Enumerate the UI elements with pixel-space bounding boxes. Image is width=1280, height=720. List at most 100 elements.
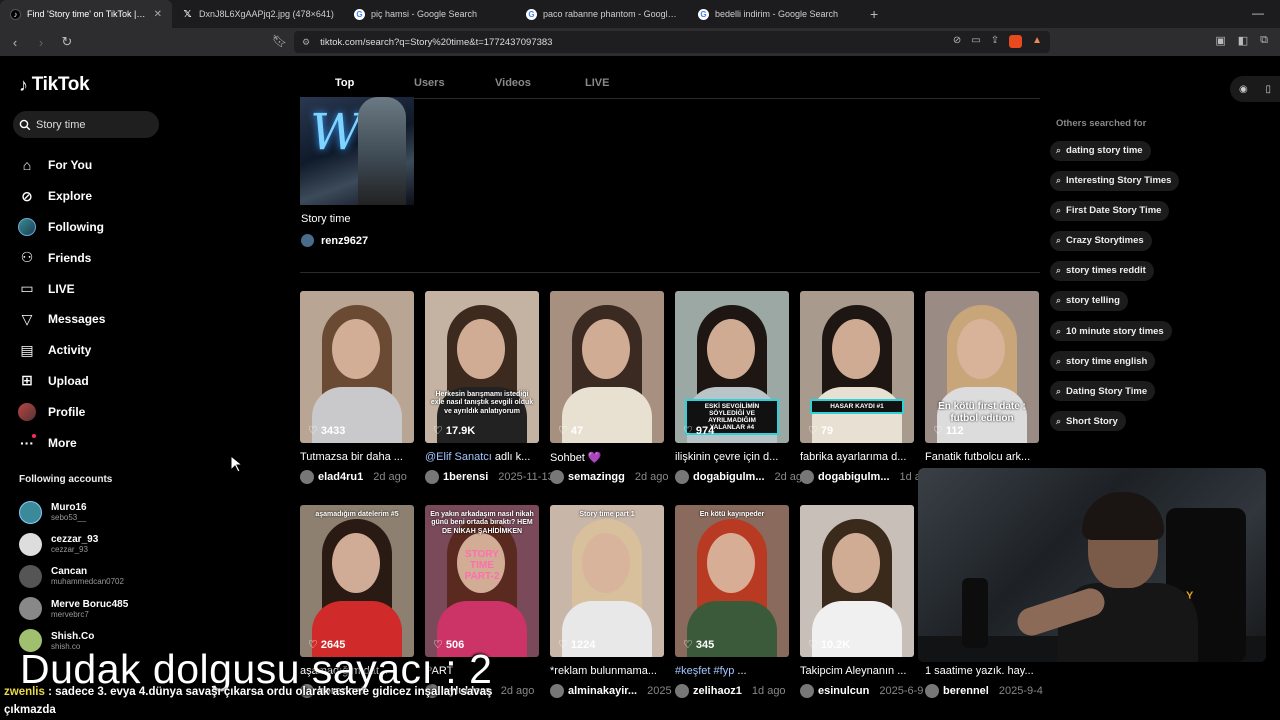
sidebar-item-activity[interactable]: ▤ Activity: [18, 335, 105, 366]
reload-icon[interactable]: ↻: [56, 34, 78, 50]
account-username-row[interactable]: renz9627: [301, 234, 368, 247]
video-thumbnail[interactable]: aşamadığım datelerim #5 ♡ 2645: [300, 505, 414, 657]
tab-google-2[interactable]: G paco rabanne phantom - Google Search: [516, 0, 688, 28]
video-card[interactable]: ♡ 47 Sohbet 💜 semazingg 2d ago: [550, 291, 669, 484]
extensions-icon[interactable]: ⧉: [1260, 34, 1268, 47]
video-description[interactable]: #keşfet #fyp ...: [675, 665, 789, 679]
wallet-icon[interactable]: ▣: [1215, 34, 1225, 47]
video-description[interactable]: Tutmazsa bir daha ...: [300, 451, 414, 465]
video-card[interactable]: ESKİ SEVGİLİMİN SÖYLEDİĞİ VE AYRILMADIĞI…: [675, 291, 802, 484]
video-thumbnail[interactable]: En kötü kayınpeder ♡ 345: [675, 505, 789, 657]
device-icon[interactable]: ▯: [1266, 84, 1272, 95]
sidebar-item-friends[interactable]: ⚇ Friends: [18, 242, 105, 273]
video-description-link[interactable]: @Elif Sanatcı: [425, 451, 492, 463]
video-card[interactable]: HASAR KAYDI #1 ♡ 79 fabrika ayarlarıma d...…: [800, 291, 927, 484]
video-thumbnail[interactable]: En kötü first date : futbol edition ♡ 112: [925, 291, 1039, 443]
sidebar-item-for-you[interactable]: ⌂ For You: [18, 150, 105, 181]
avatar[interactable]: [675, 470, 689, 484]
bookmark-icon[interactable]: 🔖︎: [272, 34, 287, 48]
video-description[interactable]: Sohbet 💜: [550, 451, 664, 465]
video-description[interactable]: Fanatik futbolcu ark...: [925, 451, 1039, 465]
video-card[interactable]: ♡ 3433 Tutmazsa bir daha ... elad4ru1 2d ago: [300, 291, 414, 484]
related-search-chip[interactable]: ⌕ story times reddit: [1050, 260, 1154, 281]
related-search-chip[interactable]: ⌕ Short Story: [1050, 411, 1126, 432]
tab-live[interactable]: LIVE: [585, 77, 609, 89]
close-icon[interactable]: ✕: [154, 9, 162, 20]
video-thumbnail[interactable]: ♡ 10.2K: [800, 505, 914, 657]
share-icon[interactable]: ⇪: [991, 35, 999, 48]
minimize-icon[interactable]: —: [1252, 6, 1264, 20]
related-search-chip[interactable]: ⌕ Interesting Story Times: [1050, 170, 1180, 191]
sidebar-item-more[interactable]: ··· More: [18, 427, 105, 458]
video-description[interactable]: fabrika ayarlarıma d...: [800, 451, 914, 465]
site-info-icon[interactable]: ⚙: [302, 37, 310, 48]
sidebar-item-explore[interactable]: ⊘ Explore: [18, 181, 105, 212]
avatar[interactable]: [300, 470, 314, 484]
tiktok-logo[interactable]: ♪ TikTok: [19, 74, 90, 96]
back-arrow-icon[interactable]: ‹: [4, 35, 26, 50]
avatar[interactable]: [675, 684, 689, 698]
account-title[interactable]: Story time: [301, 213, 351, 225]
related-search-chip[interactable]: ⌕ First Date Story Time: [1050, 200, 1170, 221]
video-card[interactable]: En kötü first date : futbol edition ♡ 112 F…: [925, 291, 1039, 465]
video-description[interactable]: @Elif Sanatcı adlı k...: [425, 451, 539, 465]
video-description[interactable]: Takipcim Aleynanın ...: [800, 665, 914, 679]
search-input[interactable]: Story time: [13, 111, 159, 138]
video-author[interactable]: alminakayir...: [568, 685, 637, 697]
brave-rewards-icon[interactable]: ▲: [1032, 35, 1042, 48]
avatar[interactable]: [425, 470, 439, 484]
avatar[interactable]: [800, 470, 814, 484]
tab-google-1[interactable]: G piç hamsi - Google Search: [344, 0, 516, 28]
video-thumbnail[interactable]: ESKİ SEVGİLİMİN SÖYLEDİĞİ VE AYRILMADIĞI…: [675, 291, 789, 443]
video-card[interactable]: En kötü kayınpeder ♡ 345 #keşfet #fyp ... ze…: [675, 505, 789, 698]
brave-shield-icon[interactable]: [1009, 35, 1023, 48]
related-search-chip[interactable]: ⌕ Dating Story Time: [1050, 381, 1156, 402]
video-author[interactable]: esinulcun: [818, 685, 869, 697]
new-tab-button[interactable]: +: [860, 6, 888, 22]
video-author[interactable]: semazingg: [568, 471, 625, 483]
related-search-chip[interactable]: ⌕ Crazy Storytimes: [1050, 230, 1152, 251]
related-search-chip[interactable]: ⌕ 10 minute story times: [1050, 321, 1172, 342]
video-description[interactable]: 1 saatime yazık. hay...: [925, 665, 1039, 679]
video-thumbnail[interactable]: Story time part 1 ♡ 1224: [550, 505, 664, 657]
tab-tiktok[interactable]: ♪ Find 'Story time' on TikTok | TikTok ✕: [0, 0, 172, 28]
video-author[interactable]: zelihaoz1: [693, 685, 742, 697]
address-bar[interactable]: ⚙ tiktok.com/search?q=Story%20time&t=177…: [294, 31, 1050, 53]
video-card[interactable]: ♡ 10.2K Takipcim Aleynanın ... esinulcun 202…: [800, 505, 923, 698]
video-thumbnail[interactable]: En yakın arkadaşım nasıl nikah günü beni…: [425, 505, 539, 657]
compass-icon[interactable]: ◉: [1239, 84, 1248, 95]
tab-videos[interactable]: Videos: [495, 77, 531, 89]
tab-image[interactable]: 𝕏 DxnJ8L6XgAAPjq2.jpg (478×641): [172, 0, 344, 28]
video-description-link[interactable]: #keşfet #fyp: [675, 665, 734, 677]
avatar[interactable]: [925, 684, 939, 698]
following-account[interactable]: Merve Boruc485 mervebrc7: [19, 593, 128, 625]
video-thumbnail[interactable]: HASAR KAYDI #1 ♡ 79: [800, 291, 914, 443]
sidebar-item-upload[interactable]: ⊞ Upload: [18, 366, 105, 397]
video-thumbnail[interactable]: ♡ 3433: [300, 291, 414, 443]
related-search-chip[interactable]: ⌕ story time english: [1050, 351, 1156, 372]
video-author[interactable]: 1berensi: [443, 471, 488, 483]
related-search-chip[interactable]: ⌕ story telling: [1050, 290, 1128, 311]
avatar[interactable]: [800, 684, 814, 698]
video-author[interactable]: berennel: [943, 685, 989, 697]
translate-icon[interactable]: ⊘: [953, 35, 961, 48]
sidebar-item-following[interactable]: Following: [18, 212, 105, 243]
video-thumbnail[interactable]: ♡ 47: [550, 291, 664, 443]
video-author[interactable]: elad4ru1: [318, 471, 363, 483]
install-icon[interactable]: ▭: [971, 35, 980, 48]
following-account[interactable]: Cancan muhammedcan0702: [19, 560, 128, 592]
video-description[interactable]: *reklam bulunmama...: [550, 665, 664, 679]
video-description[interactable]: ilişkinin çevre için d...: [675, 451, 789, 465]
sidebar-toggle-icon[interactable]: ◧: [1238, 34, 1248, 47]
video-author[interactable]: dogabigulm...: [818, 471, 890, 483]
video-card[interactable]: Herkesin barışmamı istediği exle nasıl t…: [425, 291, 554, 484]
sidebar-item-messages[interactable]: ▽ Messages: [18, 304, 106, 335]
video-author[interactable]: dogabigulm...: [693, 471, 765, 483]
avatar[interactable]: [550, 470, 564, 484]
forward-arrow-icon[interactable]: ›: [30, 35, 52, 50]
tab-top[interactable]: Top: [335, 77, 354, 89]
account-thumbnail[interactable]: W: [300, 97, 414, 205]
sidebar-item-profile[interactable]: Profile: [18, 396, 105, 427]
tab-google-3[interactable]: G bedelli indirim - Google Search: [688, 0, 860, 28]
related-search-chip[interactable]: ⌕ dating story time: [1050, 140, 1151, 161]
